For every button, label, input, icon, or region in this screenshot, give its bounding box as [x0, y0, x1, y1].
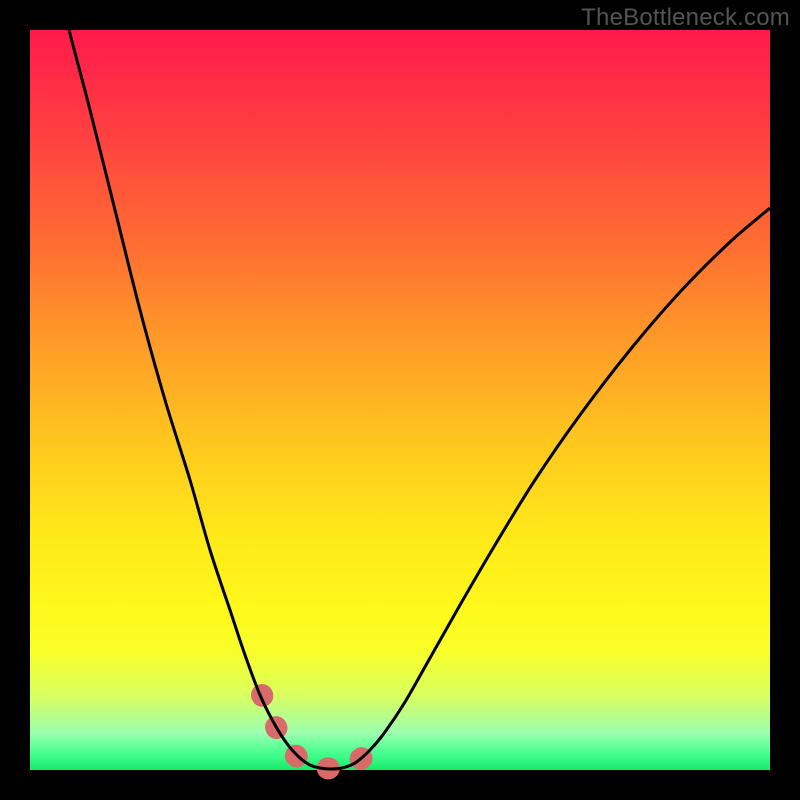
watermark-text: TheBottleneck.com: [581, 4, 790, 32]
chart-frame: TheBottleneck.com: [0, 0, 800, 800]
plot-area: [30, 30, 770, 770]
bottleneck-curve: [69, 30, 770, 769]
curve-svg: [30, 30, 770, 770]
